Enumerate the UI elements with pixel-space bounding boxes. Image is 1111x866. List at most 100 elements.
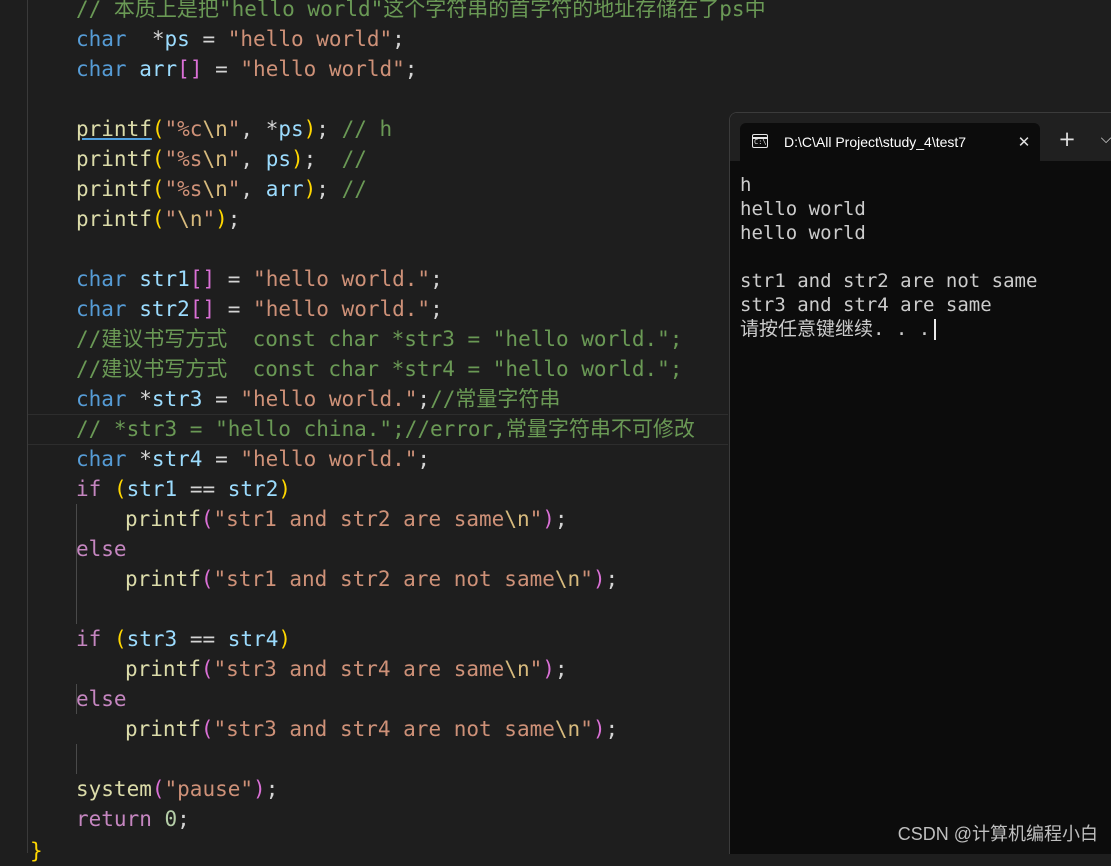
code-token: ( <box>151 777 165 801</box>
terminal-tab[interactable]: C:\ D:\C\All Project\study_4\test7 ✕ <box>740 123 1040 161</box>
new-tab-plus-icon[interactable]: + <box>1056 128 1078 150</box>
code-token: " <box>227 147 241 171</box>
code-token: "hello world." <box>240 387 418 411</box>
code-line: printf("str1 and str2 are same\n"); <box>125 504 568 534</box>
code-line: if (str1 == str2) <box>76 474 291 504</box>
code-token: ( <box>200 507 214 531</box>
code-token: // <box>341 147 367 171</box>
code-token: ; <box>605 567 619 591</box>
code-token: "hello world." <box>240 447 418 471</box>
terminal-output-line: h <box>740 174 752 196</box>
text-cursor <box>934 319 937 340</box>
code-token: " <box>227 177 241 201</box>
code-token: char <box>76 447 127 471</box>
code-token: \n <box>554 717 581 741</box>
code-line: printf("%c\n", *ps); // h <box>76 114 392 144</box>
code-token: ( <box>151 117 165 141</box>
code-line: printf("%s\n", arr); // <box>76 174 367 204</box>
code-token: printf <box>76 207 152 231</box>
code-token: " <box>529 507 543 531</box>
code-token: \n <box>177 207 203 231</box>
terminal-output-line: hello world <box>740 198 866 220</box>
code-token: = <box>202 387 241 411</box>
code-token: "%s <box>164 177 203 201</box>
code-token: "%s <box>164 147 203 171</box>
code-token: if <box>76 477 102 501</box>
code-token: = <box>215 297 254 321</box>
code-token: , <box>240 177 266 201</box>
terminal-output-line: str3 and str4 are same <box>740 294 992 316</box>
terminal-tab-bar: C:\ D:\C\All Project\study_4\test7 ✕ + ⌵ <box>730 113 1111 161</box>
code-token: str1 <box>139 267 190 291</box>
command-prompt-icon: C:\ <box>752 134 768 148</box>
close-tab-icon[interactable]: ✕ <box>1014 132 1034 152</box>
code-token: [] <box>189 297 216 321</box>
code-token: "hello world." <box>253 297 431 321</box>
code-line: return 0; <box>76 804 190 834</box>
pause-prompt-text: 请按任意键继续. . . <box>740 318 931 340</box>
code-token: ; <box>227 207 241 231</box>
code-token: " <box>580 717 593 741</box>
code-token: \n <box>202 147 228 171</box>
code-token: ; <box>392 27 405 51</box>
code-token: //建议书写方式 const char *str4 = "hello world… <box>76 357 683 381</box>
code-token: ) <box>291 147 304 171</box>
code-token: ) <box>592 717 606 741</box>
code-token: ps <box>265 147 291 171</box>
code-line: // 本质上是把"hello world"这个字符串的首字符的地址存储在了ps中 <box>76 0 766 24</box>
code-token: ( <box>200 717 214 741</box>
watermark: CSDN @计算机编程小白 <box>897 824 1098 844</box>
code-token: ; <box>316 117 329 141</box>
code-token: \n <box>504 507 530 531</box>
terminal-tab-title: D:\C\All Project\study_4\test7 <box>784 134 967 150</box>
code-token: "%c <box>164 117 203 141</box>
code-token: ) <box>215 207 228 231</box>
code-token: // h <box>341 117 393 141</box>
code-token: ; <box>605 717 619 741</box>
code-token: ) <box>542 507 555 531</box>
code-token: ( <box>113 477 127 501</box>
code-token: char <box>76 267 127 291</box>
code-token: " <box>227 117 241 141</box>
code-token: "str3 and str4 are not same <box>213 717 555 741</box>
code-token: \n <box>202 117 228 141</box>
code-token: ) <box>303 177 317 201</box>
code-line: char *ps = "hello world"; <box>76 24 405 54</box>
code-token: ; <box>316 177 329 201</box>
tab-dropdown-chevron-icon[interactable]: ⌵ <box>1096 128 1111 150</box>
code-line: printf("\n"); <box>76 204 240 234</box>
code-token: ps <box>278 117 304 141</box>
code-token: // *str3 = "hello china.";//error,常量字符串不… <box>76 417 695 441</box>
code-token: str3 <box>151 387 203 411</box>
code-line: if (str3 == str4) <box>76 624 291 654</box>
code-token: if <box>76 627 102 651</box>
terminal-window[interactable]: C:\ D:\C\All Project\study_4\test7 ✕ + ⌵… <box>729 112 1111 854</box>
code-token: = <box>202 447 241 471</box>
indent-guide <box>76 744 77 774</box>
code-token: printf <box>125 657 201 681</box>
code-token: " <box>164 207 178 231</box>
code-token: = <box>189 27 228 51</box>
code-token: * <box>126 387 152 411</box>
code-token: ( <box>200 567 214 591</box>
code-line: char *str4 = "hello world."; <box>76 444 430 474</box>
code-token: arr <box>139 57 178 81</box>
code-token: , * <box>240 117 279 141</box>
code-token: " <box>202 207 216 231</box>
code-token: ( <box>113 627 127 651</box>
code-token: , <box>240 147 266 171</box>
code-line: system("pause"); <box>76 774 278 804</box>
code-token: "hello world" <box>240 57 405 81</box>
code-token: ; <box>417 387 431 411</box>
code-token: ; <box>303 147 317 171</box>
code-token: str4 <box>151 447 203 471</box>
code-line: //建议书写方式 const char *str3 = "hello world… <box>76 324 682 354</box>
code-token: " <box>529 657 543 681</box>
code-token: str2 <box>139 297 190 321</box>
